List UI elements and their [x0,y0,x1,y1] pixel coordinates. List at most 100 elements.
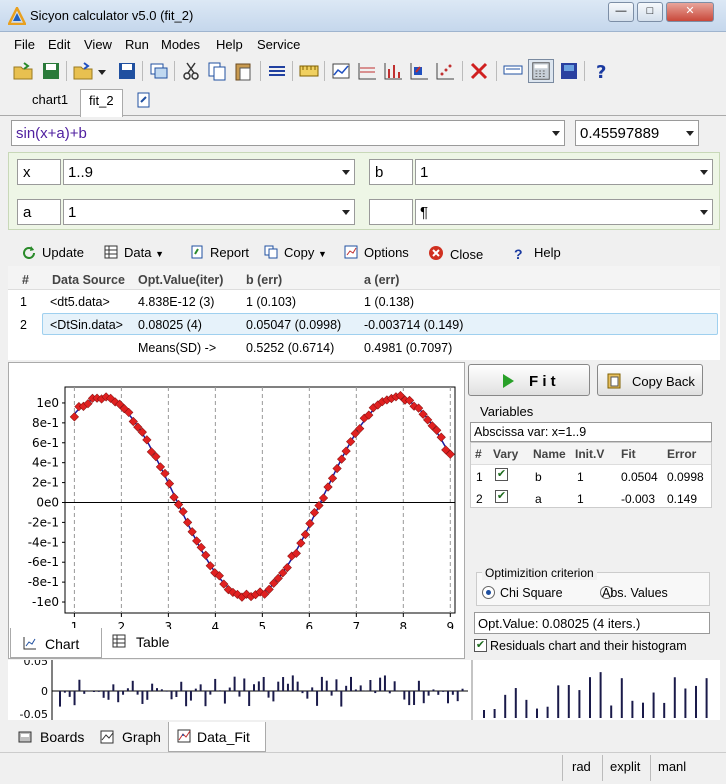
cut-icon[interactable] [180,60,202,82]
menu-edit[interactable]: Edit [48,37,70,52]
column-header[interactable]: Name [533,447,566,461]
tab-graph-label: Graph [122,729,161,745]
column-header[interactable]: a (err) [364,273,399,287]
residuals-chart[interactable]: 0.05 0 -0.05 [8,660,720,720]
column-header[interactable]: Data Source [52,273,125,287]
y-tick-label: -1e0 [32,595,59,609]
column-header[interactable]: Opt.Value(iter) [138,273,223,287]
delete-icon[interactable] [468,60,490,82]
abscissa-field[interactable]: Abscissa var: x=1..9 [470,422,712,442]
var-value-x[interactable]: 1..9 [63,159,355,185]
column-header[interactable]: Fit [621,447,636,461]
column-header[interactable]: Init.V [575,447,604,461]
chevron-down-icon[interactable] [96,60,108,82]
expression-input[interactable]: sin(x+a)+b [11,120,565,146]
chevron-down-icon[interactable]: ▼ [318,249,327,259]
maximize-button[interactable]: □ [637,2,663,22]
menu-file[interactable]: File [14,37,35,52]
chevron-down-icon[interactable] [552,131,560,136]
fit-button[interactable]: F i t [468,364,590,396]
ruler-icon[interactable] [298,60,320,82]
var-value-text: ¶ [420,204,429,221]
status-manl[interactable]: manl [658,759,686,774]
chart-lines-icon[interactable] [356,60,378,82]
table-row[interactable]: 2 <DtSin.data> 0.08025 (4) 0.05047 (0.09… [8,313,720,336]
fit-control-panel: F i t Copy Back Variables Abscissa var: … [466,362,720,659]
vary-checkbox[interactable]: ✔ [495,468,508,481]
new-tab-icon[interactable] [136,92,152,108]
tab-fit-2[interactable]: fit_2 [80,89,123,117]
column-header[interactable]: b (err) [246,273,282,287]
copy-button[interactable]: Copy ▼ [264,245,327,260]
help-button[interactable]: ? Help [514,245,561,262]
report-icon [191,245,203,259]
save-icon[interactable] [40,60,62,82]
chevron-down-icon[interactable]: ▼ [155,249,164,259]
update-button[interactable]: Update [22,245,84,260]
menu-service[interactable]: Service [257,37,300,52]
tab-boards[interactable]: Boards [8,724,90,750]
var-value-empty[interactable]: ¶ [415,199,713,225]
var-value-a[interactable]: 1 [63,199,355,225]
var-value-b[interactable]: 1 [415,159,713,185]
data-fit-icon [177,729,191,743]
result-field[interactable]: 0.45597889 [575,120,699,146]
menu-view[interactable]: View [84,37,112,52]
status-explit[interactable]: explit [610,759,640,774]
chevron-down-icon[interactable] [700,170,708,175]
error-cell: 0.0998 [667,470,704,484]
calculator-icon[interactable] [528,59,554,83]
status-angle-mode[interactable]: rad [572,759,591,774]
tab-chart1[interactable]: chart1 [24,89,76,115]
table-row[interactable]: 2 ✔ a 1 -0.003 0.149 [471,487,711,509]
menu-help[interactable]: Help [216,37,243,52]
copy-icon[interactable] [206,60,228,82]
minus-view-icon[interactable] [502,60,524,82]
column-header[interactable]: Vary [493,447,518,461]
table-row[interactable]: 1 ✔ b 1 0.0504 0.0998 [471,465,711,487]
column-header[interactable]: # [22,273,29,287]
abs-values-label: Abs. Values [602,586,668,600]
fit-chart[interactable]: 1 2 3 4 5 6 7 8 91e08e-16e-14e-12e-10e0-2e-1-4e-… [9,363,466,629]
table-row-summary[interactable]: Means(SD) -> 0.5252 (0.6714) 0.4981 (0.7… [8,336,720,359]
options-button[interactable]: Options [344,245,409,260]
chevron-down-icon[interactable] [686,131,694,136]
chi-square-radio[interactable] [482,586,495,599]
minimize-button[interactable]: — [608,2,634,22]
lines-icon[interactable] [266,60,288,82]
chart-icon[interactable] [330,60,352,82]
copy-back-button[interactable]: Copy Back [597,364,703,396]
status-bar: rad explit manl [0,752,726,784]
tab-table[interactable]: Table [104,628,194,656]
main-toolbar: ? [0,56,726,86]
menu-modes[interactable]: Modes [161,37,200,52]
table-row[interactable]: 1 <dt5.data> 4.838E-12 (3) 1 (0.103) 1 (… [8,290,720,313]
residuals-checkbox[interactable]: ✔ [474,639,487,652]
tab-data-fit[interactable]: Data_Fit [168,722,266,752]
chevron-down-icon[interactable] [342,210,350,215]
chart-bars-icon[interactable] [382,60,404,82]
paste-icon[interactable] [232,60,254,82]
column-header[interactable]: Error [667,447,696,461]
chart-area-icon[interactable] [408,60,430,82]
open-folder-icon[interactable] [12,60,34,82]
chevron-down-icon[interactable] [700,210,708,215]
tab-graph[interactable]: Graph [92,724,166,750]
chart-points-icon[interactable] [434,60,456,82]
open-folder-icon[interactable] [72,60,94,82]
close-fit-button[interactable]: Close [428,245,483,262]
column-header[interactable]: # [475,447,482,461]
report-button[interactable]: Report [190,245,249,260]
var-name-a: a [17,199,61,225]
help-icon[interactable]: ? [590,60,612,82]
save-icon[interactable] [116,60,138,82]
menu-run[interactable]: Run [125,37,149,52]
tab-chart[interactable]: Chart [10,628,102,658]
criterion-title: Optimizition criterion [482,566,597,580]
chevron-down-icon[interactable] [342,170,350,175]
windows-icon[interactable] [148,60,170,82]
book-icon[interactable] [558,60,580,82]
vary-checkbox[interactable]: ✔ [495,490,508,503]
data-button[interactable]: Data ▼ [104,245,164,260]
close-window-button[interactable]: ✕ [666,2,714,22]
